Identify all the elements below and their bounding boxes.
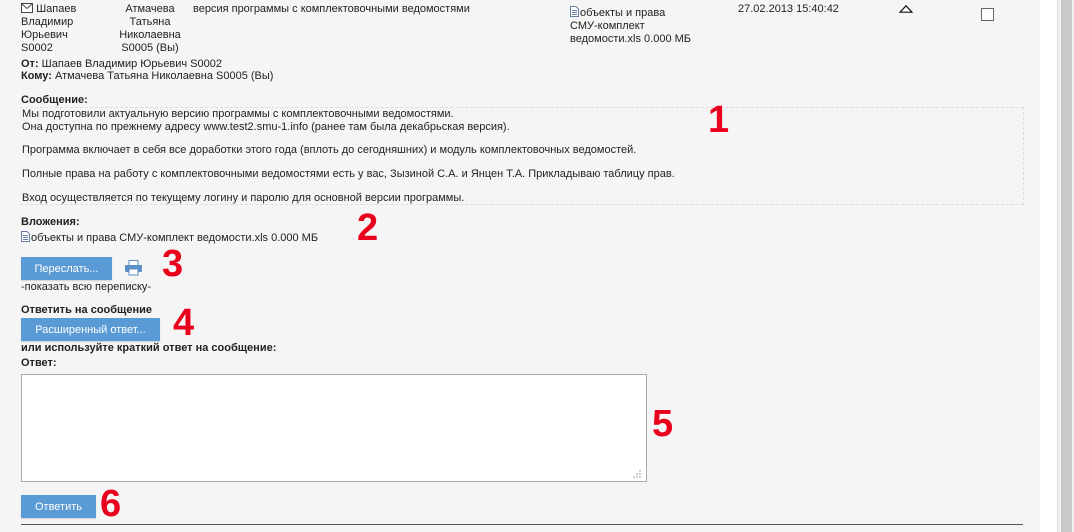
to-name-line: Атмачева [125, 3, 175, 15]
short-reply-hint: или используйте краткий ответ на сообщен… [21, 342, 277, 354]
annotation-marker: 6 [100, 483, 122, 525]
message-line: Программа включает в себя все доработки … [22, 144, 637, 156]
message-line: Полные права на работу с комплектовочным… [22, 168, 675, 180]
reply-heading: Ответить на сообщение [21, 304, 152, 316]
header-to: Атмачева Татьяна Николаевна S0005 (Вы) [110, 3, 190, 55]
header-attachment[interactable]: объекты и права СМУ-комплект ведомости.x… [570, 6, 691, 46]
header-subject[interactable]: версия программы с комплектовочными ведо… [193, 3, 470, 16]
annotation-marker: 3 [162, 243, 184, 285]
from-value: Шапаев Владимир Юрьевич S0002 [41, 58, 222, 70]
answer-label: Ответ: [21, 357, 57, 369]
annotation-marker: 1 [708, 99, 730, 141]
message-line: Мы подготовили актуальную версию програм… [22, 108, 454, 120]
collapse-arrow-icon[interactable] [899, 5, 913, 13]
to-name-line: Николаевна [119, 29, 181, 41]
extended-reply-button[interactable]: Расширенный ответ... [21, 318, 160, 341]
to-name-line: S0005 (Вы) [121, 42, 179, 54]
reply-button[interactable]: Ответить [21, 495, 96, 518]
attachments-label: Вложения: [21, 216, 80, 228]
meta-from: От: Шапаев Владимир Юрьевич S0002 [21, 58, 222, 70]
message-label: Сообщение: [21, 94, 88, 106]
message-body: Мы подготовили актуальную версию програм… [20, 107, 1024, 205]
header-attachment-line: ведомости.xls 0.000 МБ [570, 33, 692, 45]
annotation-marker: 5 [652, 403, 674, 445]
from-name-line: Шапаев [36, 3, 77, 15]
to-value: Атмачева Татьяна Николаевна S0005 (Вы) [54, 70, 274, 82]
message-line: Она доступна по прежнему адресу www.test… [22, 121, 510, 133]
header-datetime: 27.02.2013 15:40:42 [738, 3, 839, 15]
message-line: Вход осуществляется по текущему логину и… [22, 192, 465, 204]
header-attachment-line: СМУ-комплект [570, 20, 645, 32]
forward-button[interactable]: Переслать... [21, 257, 112, 280]
file-icon [570, 6, 579, 17]
show-all-link[interactable]: -показать всю переписку- [21, 281, 151, 293]
from-label: От: [21, 58, 39, 70]
annotation-marker: 2 [357, 207, 379, 249]
envelope-icon [21, 3, 33, 13]
to-name-line: Татьяна [129, 16, 171, 28]
meta-to: Кому: Атмачева Татьяна Николаевна S0005 … [21, 70, 273, 82]
resize-grip-icon[interactable] [633, 470, 641, 478]
annotation-marker: 4 [173, 302, 195, 344]
from-name-line: Владимир [21, 16, 74, 28]
from-name-line: Юрьевич [21, 29, 68, 41]
divider [21, 524, 1023, 525]
select-checkbox[interactable] [981, 8, 994, 21]
vertical-scrollbar[interactable] [1057, 0, 1074, 532]
message-panel: Шапаев Владимир Юрьевич S0002 Атмачева Т… [0, 0, 1040, 532]
scrollbar-thumb[interactable] [1061, 0, 1072, 532]
printer-icon[interactable] [124, 260, 143, 276]
from-name-line: S0002 [21, 42, 53, 54]
file-icon [21, 231, 30, 242]
to-label: Кому: [21, 70, 52, 82]
header-from[interactable]: Шапаев Владимир Юрьевич S0002 [21, 3, 76, 55]
reply-textarea[interactable] [21, 374, 647, 482]
header-attachment-line: объекты и права [580, 7, 666, 19]
